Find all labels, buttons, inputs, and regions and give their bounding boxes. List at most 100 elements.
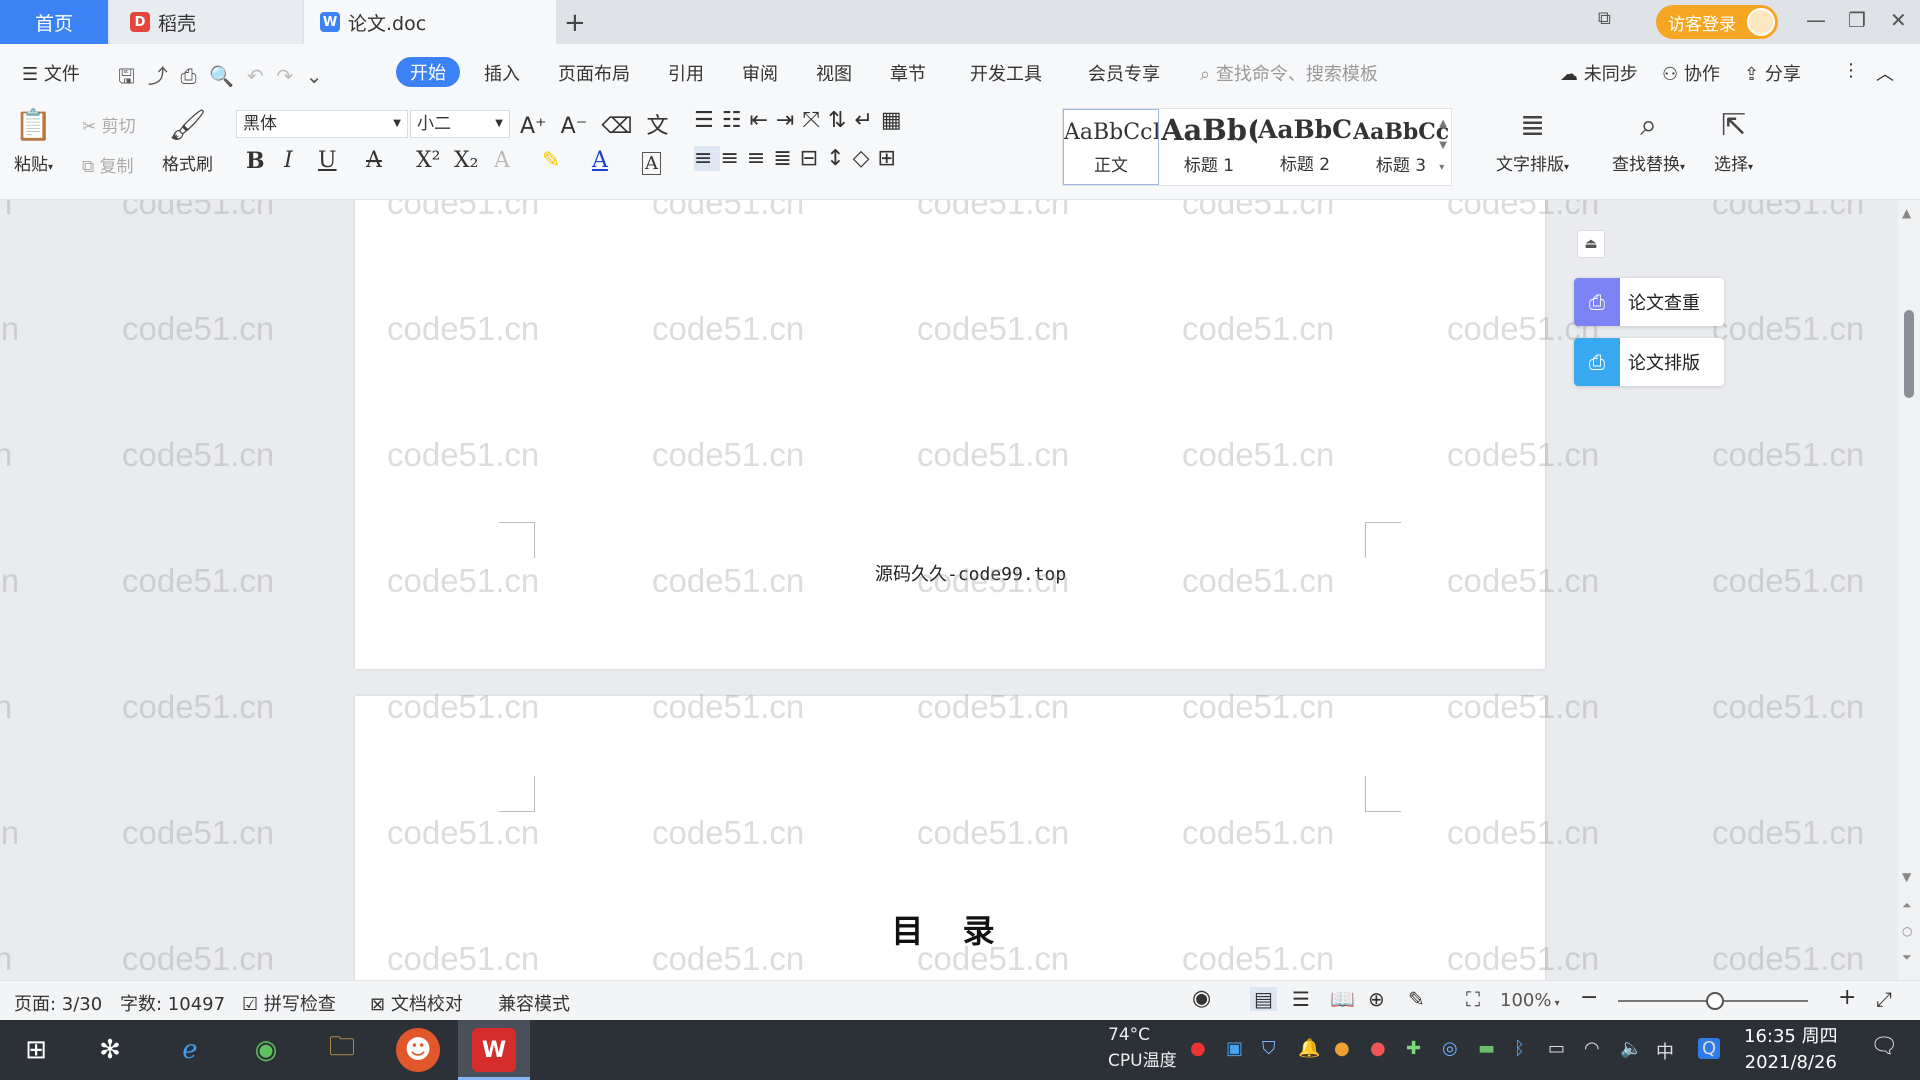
ime-q-icon[interactable]: Q [1698, 1038, 1721, 1059]
tab-review[interactable]: 审阅 [742, 60, 778, 86]
tab-document[interactable]: W 论文.doc [304, 0, 556, 44]
font-color-icon[interactable]: A [592, 148, 608, 173]
side-panel-collapse-icon[interactable]: ⏏ [1577, 230, 1605, 258]
proofread-button[interactable]: ⊠ 文档校对 [370, 990, 463, 1016]
clear-format-icon[interactable]: ⌫ [601, 114, 632, 139]
battery-icon[interactable]: ▭ [1548, 1038, 1565, 1059]
tray-qq-icon[interactable]: ● [1334, 1038, 1350, 1059]
scrollbar-thumb[interactable] [1904, 310, 1914, 398]
save-icon[interactable]: 🖫 [118, 64, 135, 88]
tray-bell-icon[interactable]: 🔔 [1298, 1038, 1320, 1059]
style-normal[interactable]: AaBbCcI 正文 [1063, 109, 1159, 185]
spell-check-button[interactable]: ☑ 拼写检查 [242, 990, 336, 1016]
redo-icon[interactable]: ↷ [276, 64, 293, 88]
tab-home[interactable]: 首页 [0, 0, 108, 44]
table-tool-icon[interactable]: ▦ [881, 108, 910, 133]
tray-app-icon[interactable]: ● [1370, 1038, 1386, 1059]
select-button[interactable]: ⇱ 选择▾ [1714, 108, 1753, 175]
text-effect-icon[interactable]: A [494, 148, 510, 173]
zoom-out-icon[interactable]: − [1580, 985, 1598, 1010]
italic-icon[interactable]: I [284, 148, 293, 173]
paste-button[interactable]: 📋 粘贴▾ [14, 108, 53, 175]
next-page-arrow[interactable]: ⏷ [1902, 950, 1912, 965]
tab-developer[interactable]: 开发工具 [970, 60, 1042, 86]
more-dropdown-icon[interactable]: ⌄ [306, 64, 323, 88]
command-search[interactable]: ⌕ 查找命令、搜索模板 [1200, 60, 1378, 86]
find-replace-button[interactable]: ⌕ 查找替换▾ [1612, 108, 1685, 175]
more-options-icon[interactable]: ⋮ [1842, 60, 1860, 81]
pinwheel-app-icon[interactable]: ✻ [88, 1028, 132, 1072]
shading-icon[interactable]: ◇ [853, 146, 878, 171]
zoom-slider-knob[interactable] [1706, 992, 1724, 1010]
distribute-icon[interactable]: ⊟ [800, 146, 826, 171]
tray-app-icon[interactable]: ▣ [1226, 1038, 1243, 1059]
strikethrough-icon[interactable]: A [366, 148, 382, 173]
tray-app-icon[interactable]: ● [1190, 1038, 1206, 1059]
fullscreen-icon[interactable]: ⤢ [1876, 987, 1892, 1011]
document-page[interactable]: 目 录 [355, 696, 1545, 980]
web-view-icon[interactable]: ⊕ [1368, 987, 1385, 1011]
show-marks-icon[interactable]: ↵ [854, 108, 880, 133]
tray-plus-icon[interactable]: ✚ [1406, 1038, 1421, 1059]
restore-button[interactable]: ❐ [1848, 8, 1866, 32]
reading-view-icon[interactable]: 📖 [1330, 987, 1355, 1011]
grow-font-icon[interactable]: A⁺ [520, 114, 547, 139]
shrink-font-icon[interactable]: A⁻ [561, 114, 588, 139]
scroll-up-arrow[interactable]: ▲ [1902, 206, 1911, 220]
collaborate-button[interactable]: ⚇ 协作 [1662, 60, 1720, 86]
style-heading-1[interactable]: AaBb( 标题 1 [1161, 109, 1257, 185]
sync-status[interactable]: ☁ 未同步 [1560, 60, 1638, 86]
file-explorer-icon[interactable]: 🗀 [320, 1028, 364, 1072]
align-right-icon[interactable]: ≡ [747, 146, 773, 171]
style-gallery-scroll[interactable]: ▲ ▼ ▾ [1439, 113, 1447, 179]
collapse-ribbon-icon[interactable]: ︿ [1876, 60, 1894, 86]
tab-view[interactable]: 视图 [816, 60, 852, 86]
tab-chapter[interactable]: 章节 [890, 60, 926, 86]
prev-page-arrow[interactable]: ⏶ [1902, 898, 1912, 913]
ie-browser-icon[interactable]: ℯ [168, 1028, 212, 1072]
tray-shield-icon[interactable]: ⛉ [1262, 1038, 1276, 1059]
bold-icon[interactable]: B [246, 148, 265, 174]
windows-start-icon[interactable]: ⊞ [14, 1028, 58, 1072]
print-icon[interactable]: ⎙ [180, 64, 196, 88]
tab-insert[interactable]: 插入 [484, 60, 520, 86]
sort-icon[interactable]: ⇅ [828, 108, 854, 133]
scroll-down-arrow[interactable]: ▼ [1902, 870, 1911, 884]
text-layout-button[interactable]: ≣ 文字排版▾ [1496, 108, 1569, 175]
document-workspace[interactable]: 源码久久-code99.top 目 录 code51.cn code51.cn co… [0, 200, 1920, 980]
ime-indicator[interactable]: 中 [1656, 1038, 1674, 1064]
decrease-indent-icon[interactable]: ⇤ [749, 108, 775, 133]
thesis-layout-button[interactable]: ⎙ 论文排版 [1574, 338, 1724, 386]
vertical-scrollbar[interactable]: ▲ ▼ ⏶ ○ ⏷ [1898, 200, 1920, 980]
format-painter-button[interactable]: 🖌 格式刷 [162, 108, 213, 175]
copy-button[interactable]: ⧉ 复制 [82, 152, 134, 177]
minimize-button[interactable]: — [1806, 8, 1826, 32]
align-center-icon[interactable]: ≡ [720, 146, 746, 171]
tab-start[interactable]: 开始 [396, 57, 460, 87]
system-clock[interactable]: 16:35 周四 2021/8/26 [1744, 1024, 1838, 1076]
wps-writer-icon[interactable]: W [472, 1028, 516, 1072]
borders-icon[interactable]: ⊞ [878, 146, 904, 171]
new-tab-button[interactable]: + [564, 8, 586, 38]
bullet-list-icon[interactable]: ☰ [694, 108, 722, 133]
bluetooth-icon[interactable]: ᛒ [1514, 1038, 1525, 1059]
cut-button[interactable]: ✂ 剪切 [82, 112, 136, 137]
page-view-icon[interactable]: ▤ [1250, 987, 1277, 1011]
outline-view-icon[interactable]: ☰ [1292, 987, 1310, 1011]
style-heading-3[interactable]: AaBbCcl 标题 3 [1353, 109, 1449, 185]
print-preview-icon[interactable]: 🔍 [209, 64, 234, 88]
window-layout-icon[interactable]: ⧉ [1598, 8, 1611, 29]
undo-icon[interactable]: ↶ [247, 64, 264, 88]
style-heading-2[interactable]: AaBbC 标题 2 [1257, 109, 1353, 185]
increase-indent-icon[interactable]: ⇥ [776, 108, 802, 133]
page-indicator[interactable]: 页面: 3/30 [14, 990, 102, 1016]
tab-member[interactable]: 会员专享 [1088, 60, 1160, 86]
select-browse-object[interactable]: ○ [1902, 924, 1912, 938]
zoom-in-icon[interactable]: + [1838, 985, 1856, 1010]
writing-mode-icon[interactable]: ✎ [1408, 987, 1425, 1011]
wifi-icon[interactable]: ◠ [1584, 1038, 1600, 1059]
volume-icon[interactable]: 🔈 [1620, 1038, 1642, 1059]
zoom-level-select[interactable]: 100% ▾ [1500, 990, 1560, 1011]
app-orange-icon[interactable]: ☻ [396, 1028, 440, 1072]
superscript-icon[interactable]: X² [416, 148, 440, 173]
